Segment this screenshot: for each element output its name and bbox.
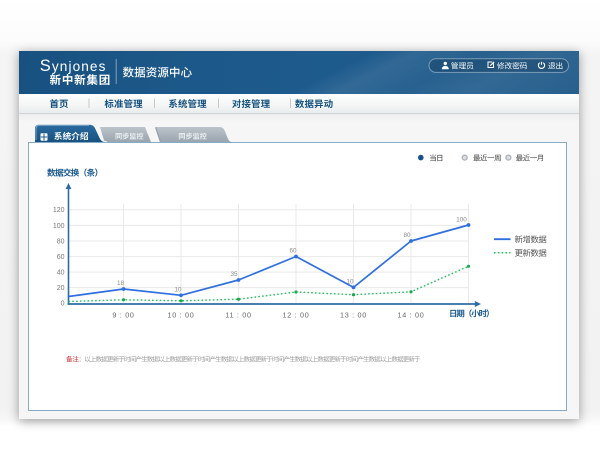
svg-text:18: 18	[117, 280, 125, 287]
svg-text:0: 0	[61, 300, 65, 307]
svg-text:35: 35	[230, 271, 238, 278]
svg-text:10: 10	[174, 286, 182, 293]
svg-text:10: 10	[346, 278, 354, 285]
svg-text:Synjones: Synjones	[40, 57, 107, 75]
svg-text:20: 20	[57, 285, 65, 292]
svg-text:10 : 00: 10 : 00	[168, 310, 195, 319]
svg-text:60: 60	[57, 254, 65, 261]
svg-text:100: 100	[53, 223, 65, 230]
svg-text:11 : 00: 11 : 00	[225, 310, 251, 319]
svg-text:12 : 00: 12 : 00	[283, 310, 310, 319]
svg-text:60: 60	[289, 247, 297, 254]
svg-text:13 : 00: 13 : 00	[340, 310, 367, 319]
svg-text:14 : 00: 14 : 00	[398, 310, 425, 319]
svg-text:120: 120	[53, 207, 65, 214]
svg-text:80: 80	[403, 232, 411, 239]
svg-text:100: 100	[456, 216, 467, 223]
svg-text:80: 80	[57, 238, 65, 245]
svg-text:40: 40	[57, 270, 65, 277]
svg-text:9 : 00: 9 : 00	[112, 310, 134, 319]
